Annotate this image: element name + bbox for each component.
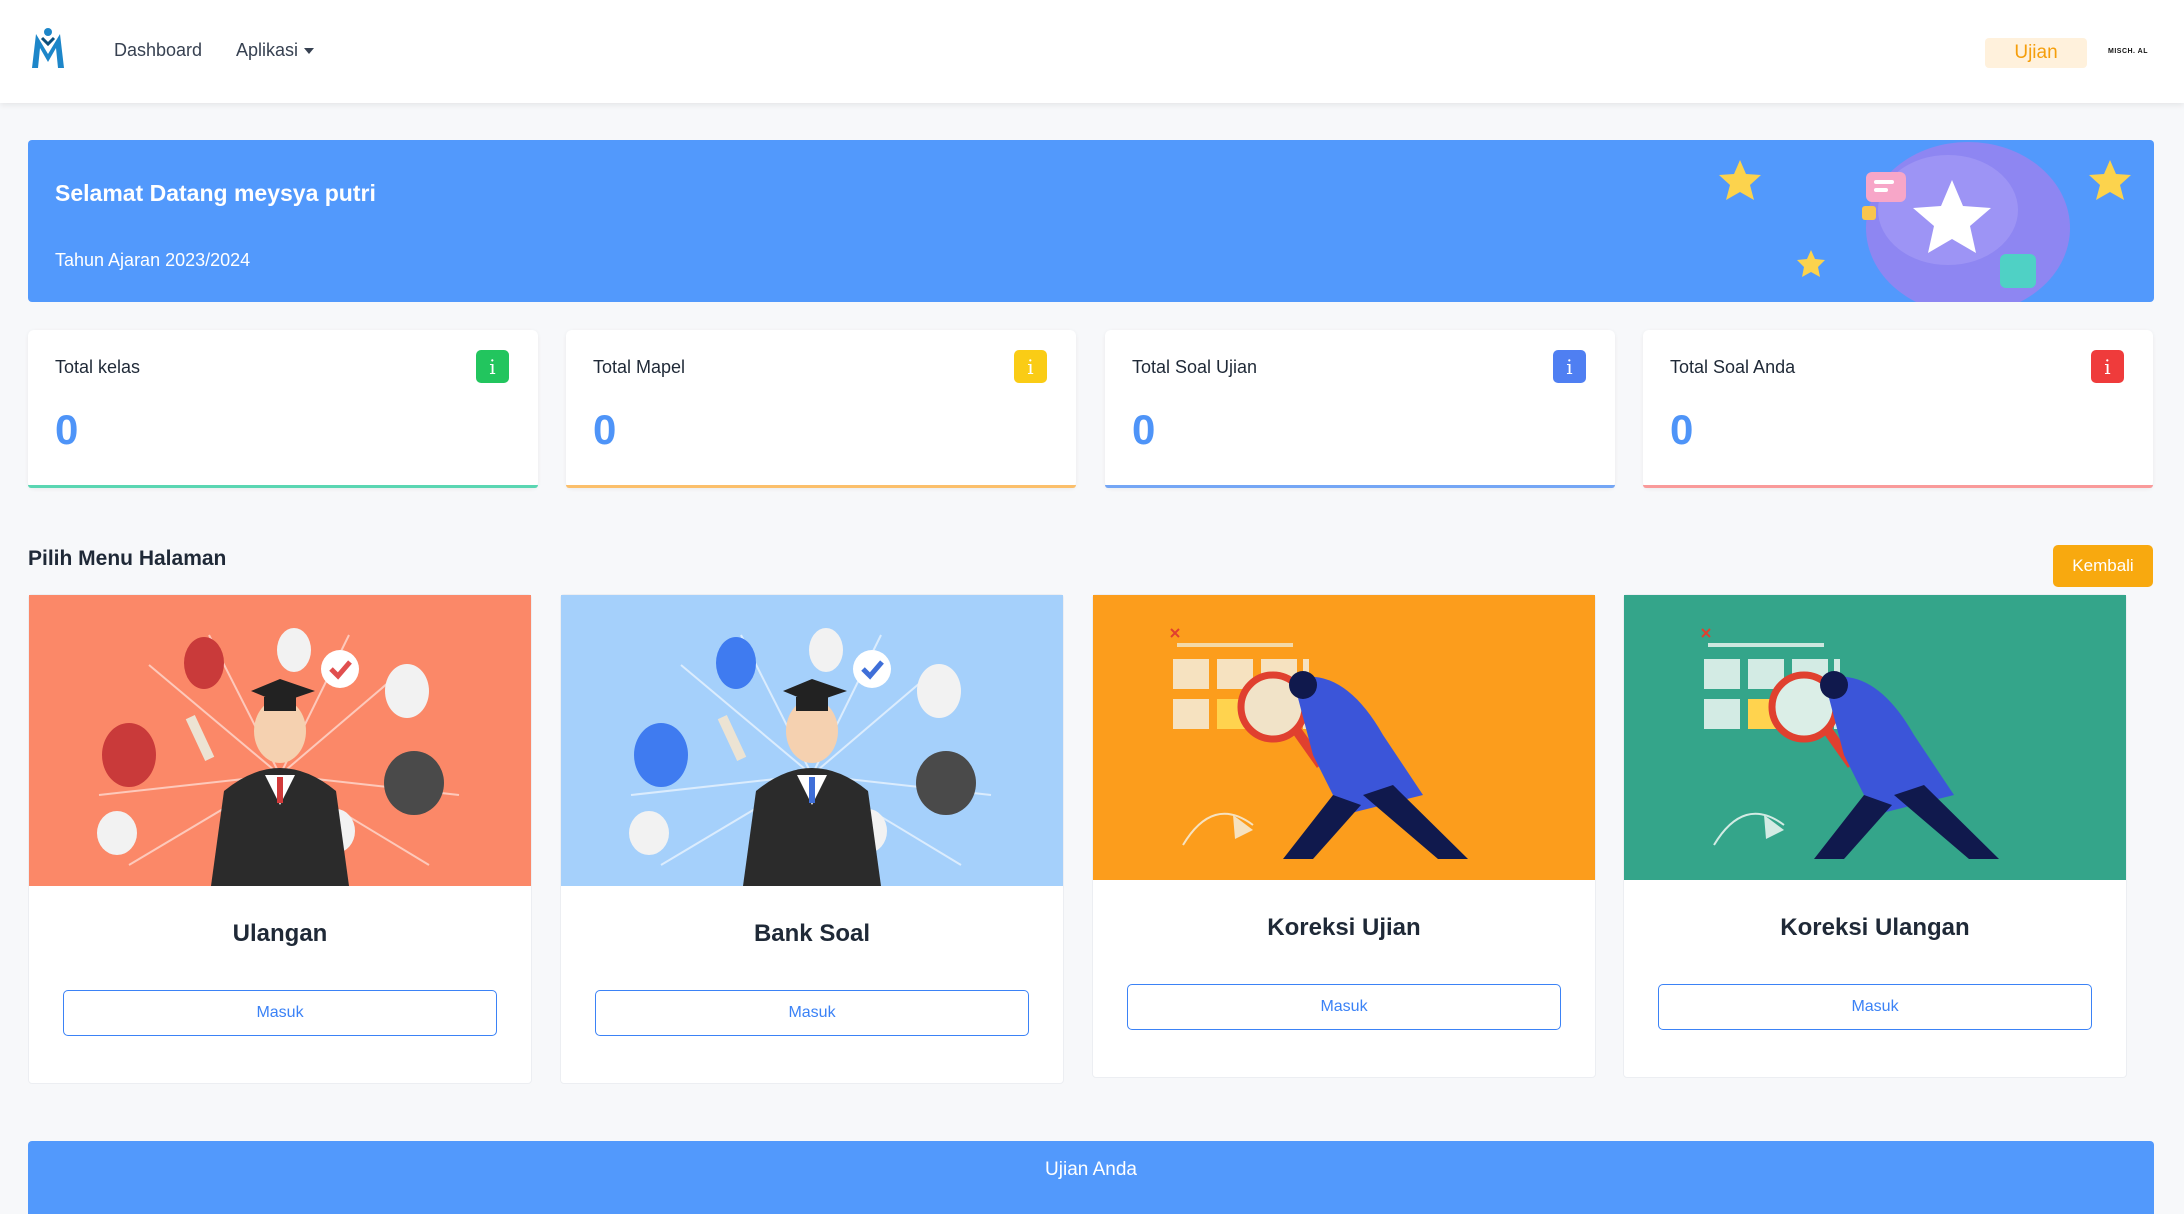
top-navbar: Dashboard Aplikasi Ujian MISCH. AL [0, 0, 2184, 103]
welcome-title: Selamat Datang meysya putri [55, 180, 376, 206]
graduation-illustration-icon [29, 595, 531, 886]
stars-illustration-icon [1719, 142, 2131, 302]
menu-card-koreksi-ujian: Koreksi Ujian Masuk [1092, 594, 1596, 1078]
menu-title: Ulangan [232, 920, 328, 947]
info-icon: i [1553, 350, 1586, 383]
stat-label: Total Soal Ujian [1132, 357, 1258, 377]
stat-accent-bar [566, 485, 1076, 488]
stat-card-total-kelas: Total kelas 0 i [28, 330, 538, 488]
stat-value: 0 [1670, 406, 1694, 453]
nav-aplikasi-label: Aplikasi [236, 40, 299, 60]
welcome-banner: Selamat Datang meysya putri Tahun Ajaran… [28, 140, 2154, 302]
ujian-anda-header: Ujian Anda [28, 1141, 2154, 1214]
menu-title: Bank Soal [753, 920, 871, 947]
info-icon: i [476, 350, 509, 383]
stat-accent-bar [1643, 485, 2153, 488]
inspection-illustration-icon [1624, 595, 2126, 880]
stat-label: Total Mapel [593, 357, 686, 377]
stat-card-total-soal-ujian: Total Soal Ujian 0 i [1105, 330, 1615, 488]
menu-card-bank-soal: Bank Soal Masuk [560, 594, 1064, 1084]
stat-card-total-mapel: Total Mapel 0 i [566, 330, 1076, 488]
stat-accent-bar [1105, 485, 1615, 488]
inspection-illustration-icon [1093, 595, 1595, 880]
stat-value: 0 [593, 406, 617, 453]
menu-card-ulangan: Ulangan Masuk [28, 594, 532, 1084]
menu-card-koreksi-ulangan: Koreksi Ulangan Masuk [1623, 594, 2127, 1078]
info-icon: i [2091, 350, 2124, 383]
school-logo[interactable]: MISCH. AL [2108, 48, 2148, 55]
masuk-button[interactable]: Masuk [1127, 984, 1561, 1030]
masuk-button[interactable]: Masuk [1658, 984, 2092, 1030]
stat-value: 0 [1132, 406, 1156, 453]
stat-accent-bar [28, 485, 538, 488]
back-button[interactable]: Kembali [2053, 545, 2153, 587]
stat-value: 0 [55, 406, 79, 453]
nav-dashboard-link[interactable]: Dashboard [114, 40, 202, 61]
academic-year: Tahun Ajaran 2023/2024 [55, 250, 251, 270]
app-logo-icon[interactable] [28, 24, 68, 72]
masuk-button[interactable]: Masuk [595, 990, 1029, 1036]
masuk-button[interactable]: Masuk [63, 990, 497, 1036]
nav-aplikasi-dropdown[interactable]: Aplikasi [236, 40, 315, 61]
graduation-illustration-icon [561, 595, 1063, 886]
stat-card-total-soal-anda: Total Soal Anda 0 i [1643, 330, 2153, 488]
menu-title: Koreksi Ulangan [1780, 914, 1970, 941]
stat-label: Total kelas [55, 357, 141, 377]
menu-title: Koreksi Ujian [1267, 914, 1421, 941]
ujian-badge[interactable]: Ujian [1985, 38, 2087, 68]
ujian-anda-title: Ujian Anda [1045, 1159, 1137, 1180]
chevron-down-icon [304, 47, 315, 54]
stat-label: Total Soal Anda [1670, 357, 1796, 377]
section-title: Pilih Menu Halaman [28, 547, 227, 570]
info-icon: i [1014, 350, 1047, 383]
